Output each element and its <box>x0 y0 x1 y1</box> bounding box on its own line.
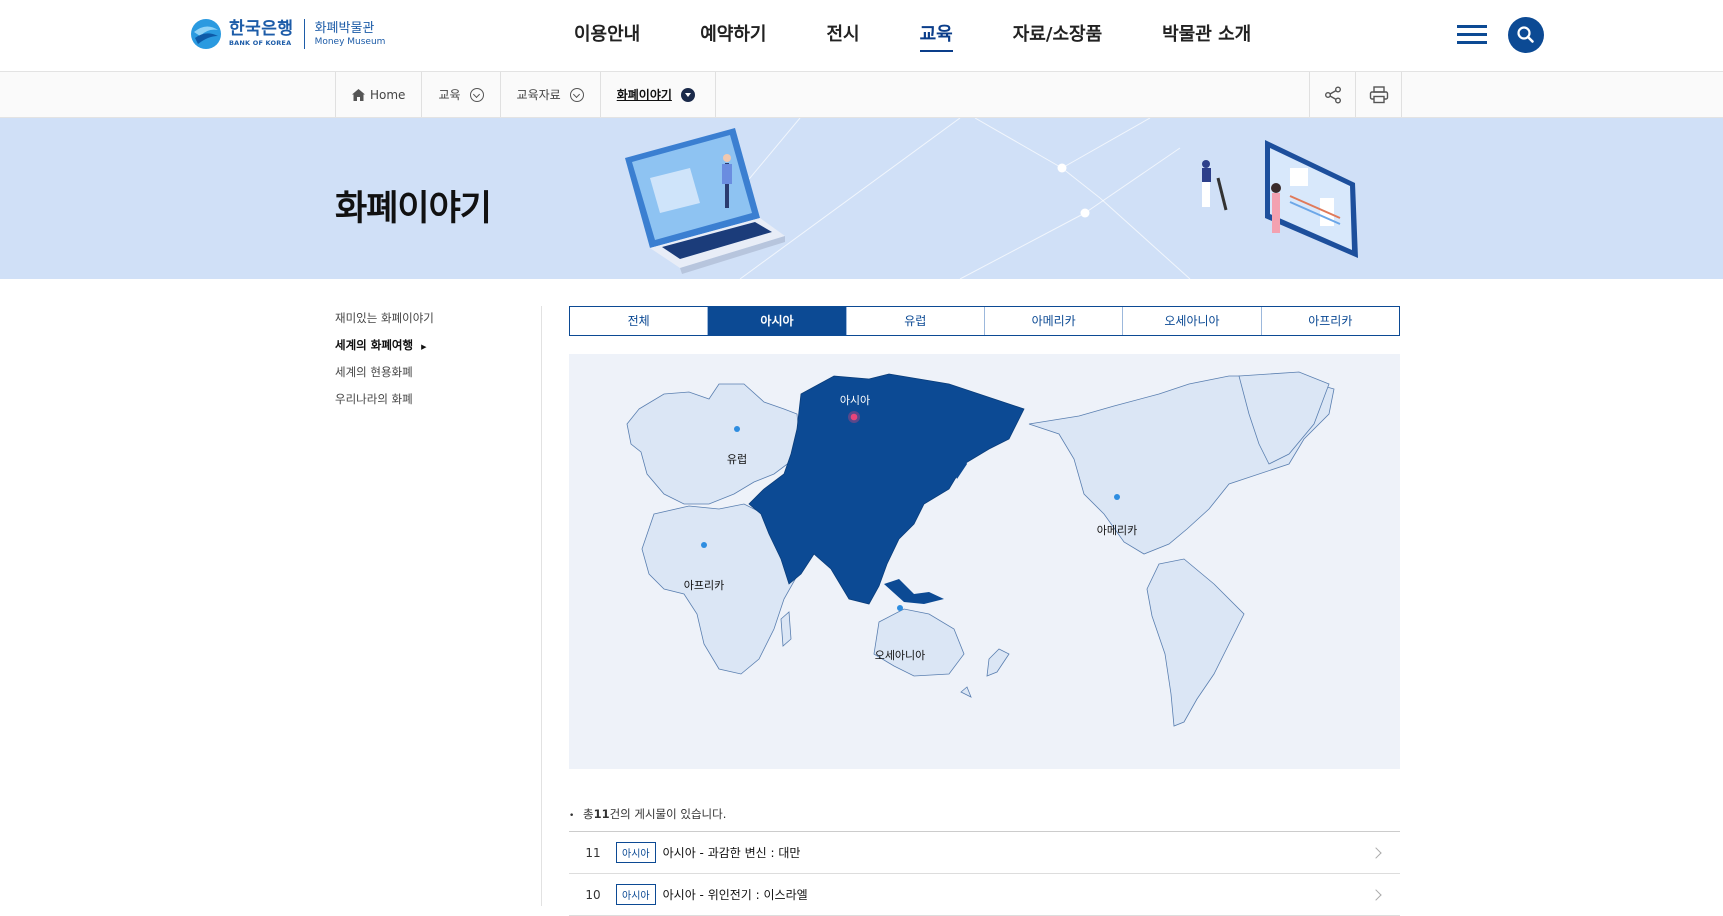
chevron-right-icon <box>1370 888 1382 901</box>
breadcrumb-home-label: Home <box>370 87 406 102</box>
breadcrumb-money-story[interactable]: 화폐이야기 <box>601 72 716 117</box>
share-button[interactable] <box>1310 72 1356 117</box>
asia-marker <box>850 413 858 421</box>
page-tools <box>1309 72 1402 117</box>
side-menu: 재미있는 화폐이야기 세계의 화폐여행 ▶ 세계의 현용화폐 우리나라의 화폐 <box>335 308 535 416</box>
world-map-graphic <box>626 371 1335 727</box>
post-list: 11 아시아 아시아 - 과감한 변신 : 대만 10 아시아 아시아 - 위인… <box>569 831 1400 916</box>
map-region-asia <box>748 373 1025 605</box>
nav-about-museum[interactable]: 박물관 소개 <box>1162 0 1251 72</box>
post-title: 아시아 - 위인전기 : 이스라엘 <box>662 888 808 902</box>
list-item[interactable]: 11 아시아 아시아 - 과감한 변신 : 대만 <box>569 832 1400 874</box>
home-icon <box>352 88 365 101</box>
logo-korean-text: 한국은행 <box>229 19 294 39</box>
tab-oceania[interactable]: 오세아니아 <box>1123 307 1262 335</box>
side-menu-item-label: 세계의 화폐여행 <box>335 338 414 352</box>
tab-africa[interactable]: 아프리카 <box>1262 307 1399 335</box>
breadcrumb: Home 교육 교육자료 화폐이야기 <box>335 72 716 117</box>
post-number: 10 <box>585 887 601 902</box>
chevron-right-icon <box>1370 846 1382 859</box>
africa-marker <box>701 542 707 548</box>
breadcrumb-current-label: 화폐이야기 <box>616 88 672 102</box>
side-menu-item-world-money-travel[interactable]: 세계의 화폐여행 ▶ <box>335 335 535 362</box>
chevron-down-icon <box>469 87 484 102</box>
tab-america[interactable]: 아메리카 <box>985 307 1124 335</box>
chevron-down-icon <box>569 87 584 102</box>
map-label-asia[interactable]: 아시아 <box>840 392 870 408</box>
search-button[interactable] <box>1508 17 1544 53</box>
total-prefix: 총 <box>582 807 594 821</box>
caret-right-icon: ▶ <box>421 343 427 351</box>
breadcrumb-education-materials[interactable]: 교육자료 <box>501 72 601 117</box>
laptop-illustration <box>625 128 785 274</box>
main-nav: 이용안내 예약하기 전시 교육 자료/소장품 박물관 소개 <box>574 0 1311 72</box>
total-count-text: 총11건의 게시물이 있습니다. <box>569 806 726 822</box>
museum-korean-text: 화폐박물관 <box>314 20 375 36</box>
breadcrumb-education[interactable]: 교육 <box>422 72 501 117</box>
tab-asia[interactable]: 아시아 <box>708 307 847 335</box>
tablet-illustration <box>1202 140 1358 258</box>
print-button[interactable] <box>1356 72 1402 117</box>
logo-divider <box>303 19 305 49</box>
category-badge: 아시아 <box>616 842 656 863</box>
hamburger-menu-icon[interactable] <box>1457 25 1487 47</box>
map-label-oceania[interactable]: 오세아니아 <box>875 647 926 663</box>
page-banner: 화폐이야기 <box>0 118 1723 279</box>
map-region-australia <box>873 608 965 677</box>
nav-collections[interactable]: 자료/소장품 <box>1013 0 1102 72</box>
bank-of-korea-logo-icon <box>190 18 222 50</box>
post-number: 11 <box>585 845 601 860</box>
map-label-america[interactable]: 아메리카 <box>1097 522 1137 538</box>
banner-illustration <box>625 118 1358 279</box>
america-marker <box>1114 494 1120 500</box>
nav-reservation[interactable]: 예약하기 <box>700 0 766 72</box>
side-menu-item-world-current-currency[interactable]: 세계의 현용화폐 <box>335 362 535 389</box>
tab-europe[interactable]: 유럽 <box>847 307 985 335</box>
tab-all[interactable]: 전체 <box>570 307 709 335</box>
category-badge: 아시아 <box>616 884 656 905</box>
share-icon <box>1324 86 1341 103</box>
museum-english-text: Money Museum <box>314 36 386 47</box>
print-icon <box>1369 85 1388 103</box>
breadcrumb-home[interactable]: Home <box>336 72 423 117</box>
location-bar: Home 교육 교육자료 화폐이야기 <box>0 71 1723 118</box>
nav-usage-guide[interactable]: 이용안내 <box>574 0 640 72</box>
world-map: 아시아 유럽 아프리카 아메리카 오세아니아 <box>569 354 1400 769</box>
total-count: 11 <box>593 807 610 821</box>
site-header: 한국은행 BANK OF KOREA 화폐박물관 Money Museum 이용… <box>0 0 1723 72</box>
europe-marker <box>734 426 740 432</box>
breadcrumb-education-label: 교육 <box>438 88 461 102</box>
total-suffix: 건의 게시물이 있습니다. <box>609 807 727 821</box>
dropdown-arrow-icon <box>680 87 695 102</box>
map-label-europe[interactable]: 유럽 <box>727 451 747 467</box>
site-logo[interactable]: 한국은행 BANK OF KOREA 화폐박물관 Money Museum <box>190 17 385 51</box>
map-label-africa[interactable]: 아프리카 <box>684 577 724 593</box>
post-title: 아시아 - 과감한 변신 : 대만 <box>662 846 801 860</box>
side-menu-divider <box>541 306 542 906</box>
side-menu-item-fun-stories[interactable]: 재미있는 화폐이야기 <box>335 308 535 335</box>
oceania-marker <box>897 605 903 611</box>
breadcrumb-materials-label: 교육자료 <box>516 88 561 102</box>
logo-english-text: BANK OF KOREA <box>229 39 292 47</box>
side-menu-item-korean-currency[interactable]: 우리나라의 화폐 <box>335 389 535 416</box>
map-region-south-america <box>1146 558 1245 727</box>
list-item[interactable]: 10 아시아 아시아 - 위인전기 : 이스라엘 <box>569 874 1400 916</box>
region-tabs: 전체 아시아 유럽 아메리카 오세아니아 아프리카 <box>569 306 1400 336</box>
nav-exhibition[interactable]: 전시 <box>827 0 860 72</box>
nav-education[interactable]: 교육 <box>919 0 953 72</box>
page-title: 화폐이야기 <box>335 189 492 229</box>
search-icon <box>1517 26 1534 43</box>
